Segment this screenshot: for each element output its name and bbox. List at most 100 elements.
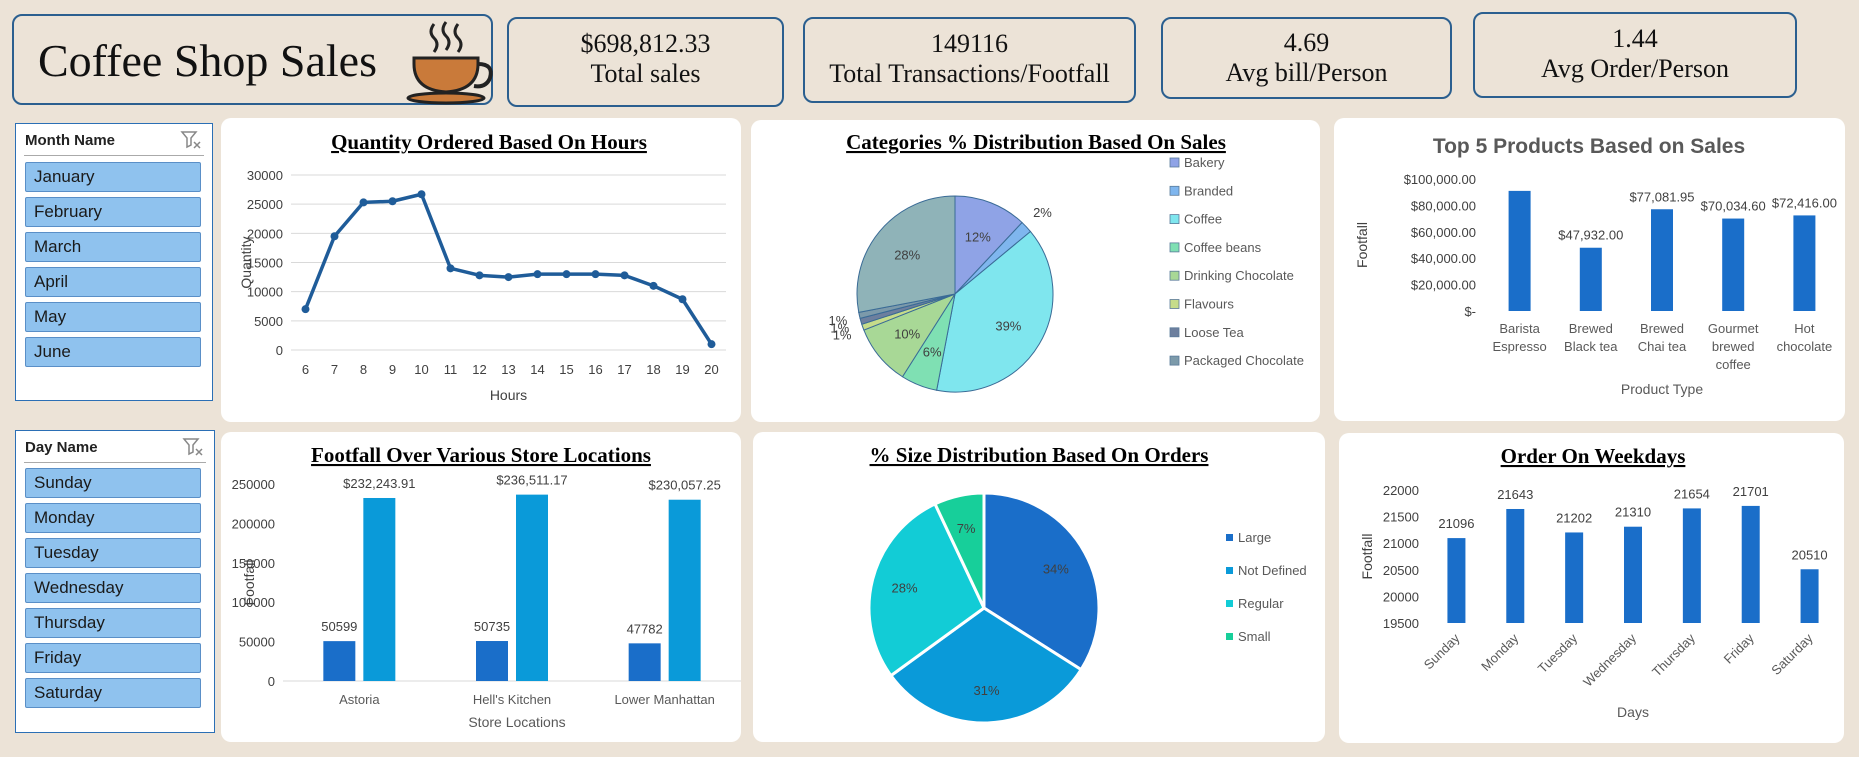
slicer-item-friday[interactable]: Friday [25, 643, 201, 673]
chart-title: Categories % Distribution Based On Sales [846, 130, 1226, 154]
legend-label: Coffee beans [1184, 240, 1262, 255]
x-tick-label: Brewed [1640, 321, 1684, 336]
slicer-item-march[interactable]: March [25, 232, 201, 262]
month-slicer-header: Month Name [25, 132, 115, 149]
x-tick-label: brewed [1712, 339, 1755, 354]
data-label: 7% [957, 521, 976, 536]
bar [323, 641, 356, 681]
x-tick-label: Espresso [1492, 339, 1546, 354]
kpi-avg-bill-value: 4.69 [1283, 28, 1330, 57]
x-tick-label: Monday [1478, 630, 1522, 674]
bar [1741, 505, 1760, 623]
x-tick-label: 19 [675, 362, 689, 377]
y-tick-label: 5000 [254, 314, 283, 329]
x-tick-label: Chai tea [1638, 339, 1687, 354]
x-tick-label: Gourmet [1708, 321, 1759, 336]
data-label: 50735 [474, 619, 510, 634]
kpi-avg-order: 1.44 Avg Order/Person [1473, 12, 1797, 98]
slicer-item-thursday[interactable]: Thursday [25, 608, 201, 638]
chart-title: Footfall Over Various Store Locations [311, 443, 651, 467]
legend-label: Drinking Chocolate [1184, 268, 1294, 283]
legend-swatch [1169, 327, 1180, 338]
data-label: $72,416.00 [1772, 195, 1837, 210]
x-tick-label: Black tea [1564, 339, 1618, 354]
data-label: 6% [923, 345, 942, 360]
data-label: 31% [974, 683, 1000, 698]
bar [1447, 538, 1466, 623]
day-slicer-header: Day Name [25, 439, 98, 456]
y-tick-label: $80,000.00 [1411, 198, 1476, 213]
slicer-item-wednesday[interactable]: Wednesday [25, 573, 201, 603]
data-label: 50599 [321, 619, 357, 634]
y-tick-label: $100,000.00 [1404, 172, 1476, 187]
x-axis-label: Store Locations [468, 714, 565, 730]
y-tick-label: 20000 [1383, 589, 1419, 604]
y-tick-label: 30000 [247, 168, 283, 183]
data-point [562, 270, 571, 279]
data-point [649, 281, 658, 290]
slicer-item-monday[interactable]: Monday [25, 503, 201, 533]
slicer-item-tuesday[interactable]: Tuesday [25, 538, 201, 568]
data-label: 12% [965, 229, 991, 244]
hours-chart-panel: Quantity Ordered Based On Hours 30000 2500… [221, 118, 741, 422]
data-label: 34% [1043, 561, 1069, 576]
data-label: $230,057.25 [649, 478, 721, 493]
hours-line-chart: Quantity Ordered Based On Hours 30000 2500… [238, 130, 726, 403]
data-point [388, 197, 397, 206]
data-label: 21202 [1556, 510, 1592, 525]
legend-swatch [1226, 567, 1233, 574]
slicer-item-january[interactable]: January [25, 162, 201, 192]
y-axis-label: Footfall [1354, 222, 1370, 268]
x-tick-label: chocolate [1777, 339, 1833, 354]
kpi-total-sales-label: Total sales [590, 59, 701, 88]
x-tick-label: 18 [646, 362, 660, 377]
chart-title: Order On Weekdays [1501, 444, 1686, 468]
slicer-item-saturday[interactable]: Saturday [25, 678, 201, 708]
data-label: $236,511.17 [496, 473, 567, 488]
bar [1722, 218, 1745, 311]
slicer-item-february[interactable]: February [25, 197, 201, 227]
x-tick-label: 16 [588, 362, 602, 377]
legend-swatch [1169, 270, 1180, 281]
x-tick-label: 17 [617, 362, 631, 377]
slicer-item-april[interactable]: April [25, 267, 201, 297]
slicer-item-june[interactable]: June [25, 337, 201, 367]
x-tick-label: Thursday [1649, 630, 1698, 679]
x-tick-label: 11 [444, 362, 458, 377]
bar [628, 643, 661, 681]
data-label: 10% [894, 327, 920, 342]
kpi-avg-order-value: 1.44 [1612, 24, 1658, 53]
clear-filter-icon[interactable] [182, 437, 204, 457]
x-tick-label: Tuesday [1535, 630, 1581, 676]
legend-swatch [1169, 299, 1180, 309]
kpi-avg-bill: 4.69 Avg bill/Person [1161, 17, 1452, 99]
data-point [620, 271, 629, 280]
bar [668, 499, 701, 681]
data-point [678, 295, 687, 304]
data-point [446, 264, 455, 273]
x-tick-label: Friday [1721, 630, 1757, 666]
slicer-item-may[interactable]: May [25, 302, 201, 332]
data-label: 28% [894, 247, 920, 262]
clear-filter-icon[interactable] [180, 130, 202, 150]
series-line [303, 192, 713, 346]
legend-swatch [1169, 185, 1180, 196]
y-tick-label: 20500 [1383, 563, 1419, 578]
bar [1682, 508, 1701, 623]
y-tick-label: $20,000.00 [1411, 278, 1476, 293]
y-tick-label: 21000 [1383, 536, 1419, 551]
x-tick-label: 8 [360, 362, 367, 377]
data-point [533, 270, 542, 279]
x-axis-label: Product Type [1621, 381, 1703, 397]
slicer-item-sunday[interactable]: Sunday [25, 468, 201, 498]
month-slicer-divider [24, 155, 204, 156]
legend-label: Small [1238, 629, 1271, 644]
chart-title: Top 5 Products Based on Sales [1433, 135, 1745, 158]
x-tick-label: 10 [414, 362, 428, 377]
kpi-avg-order-label: Avg Order/Person [1541, 54, 1729, 83]
x-tick-label: 15 [559, 362, 573, 377]
kpi-total-sales-value: $698,812.33 [580, 29, 711, 58]
chart-title: % Size Distribution Based On Orders [870, 443, 1209, 467]
data-label: 20510 [1791, 547, 1827, 562]
data-label: $70,034.60 [1701, 199, 1766, 214]
